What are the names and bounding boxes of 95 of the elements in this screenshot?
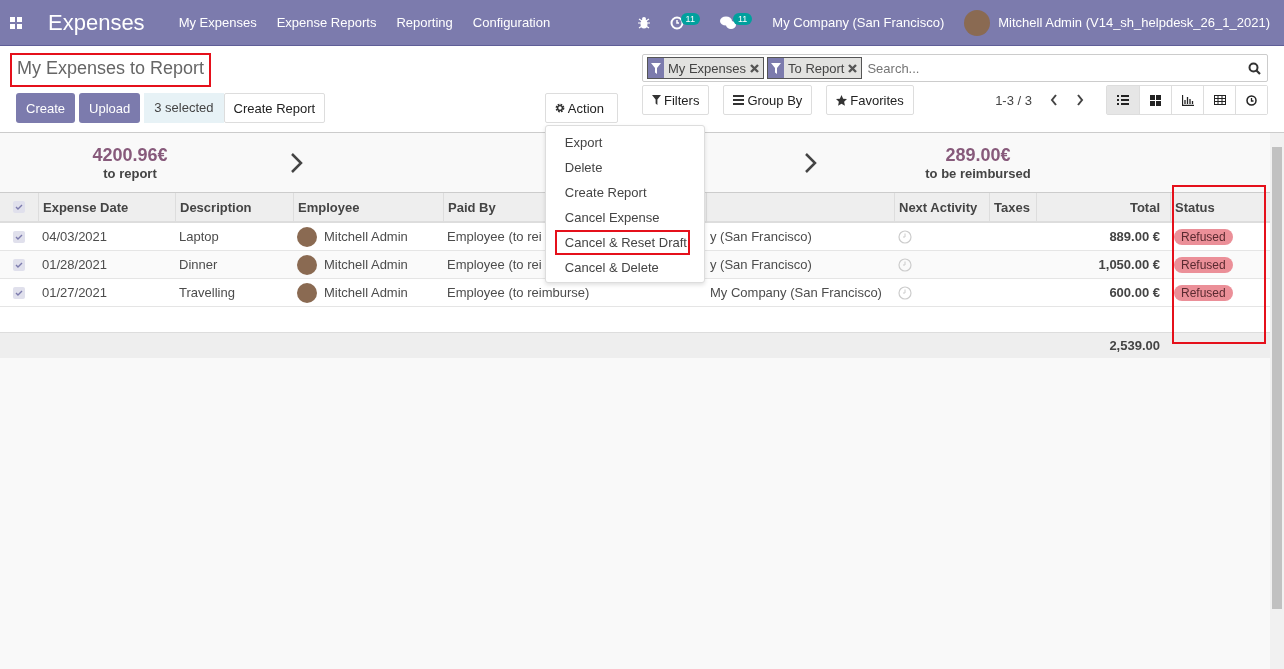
dropdown-menu-item[interactable]: Cancel Expense bbox=[554, 205, 690, 230]
funnel-icon bbox=[652, 95, 661, 105]
column-header[interactable]: Description bbox=[180, 199, 252, 215]
table-cell: Travelling bbox=[179, 285, 235, 300]
table-cell: Employee (to rei bbox=[447, 229, 542, 244]
table-cell: Employee (to reimburse) bbox=[447, 285, 590, 300]
status-badge: Refused bbox=[1174, 284, 1233, 301]
table-cell: 01/28/2021 bbox=[42, 257, 108, 272]
filter-facet[interactable]: My Expenses bbox=[647, 57, 765, 79]
filter-facet[interactable]: To Report bbox=[767, 57, 863, 79]
row-checkbox[interactable] bbox=[13, 286, 25, 299]
chevron-right-icon bbox=[804, 151, 818, 174]
chevron-right-icon bbox=[290, 151, 304, 174]
stat-label: to be reimbursed bbox=[925, 165, 1031, 181]
nav-menu-item[interactable]: My Expenses bbox=[178, 15, 257, 30]
table-cell: y (San Francisco) bbox=[710, 229, 812, 244]
nav-menu-item[interactable]: Reporting bbox=[396, 15, 453, 30]
table-cell: 889.00 € bbox=[1109, 229, 1160, 244]
column-header[interactable]: Employee bbox=[298, 199, 360, 215]
grid-icon bbox=[1150, 94, 1161, 106]
activity-view-button[interactable] bbox=[1235, 86, 1267, 114]
table-cell: 01/27/2021 bbox=[42, 285, 108, 300]
clock-icon bbox=[1246, 94, 1257, 106]
column-header[interactable]: Taxes bbox=[994, 199, 1030, 215]
table-cell: Mitchell Admin bbox=[324, 229, 408, 244]
primary-button[interactable]: Upload bbox=[79, 93, 141, 123]
dropdown-menu-item[interactable]: Export bbox=[554, 130, 690, 155]
page-title: My Expenses to Report bbox=[10, 53, 212, 87]
activity-count-badge: 11 bbox=[680, 12, 700, 25]
stat-label: to report bbox=[103, 165, 157, 181]
table-cell: Mitchell Admin bbox=[324, 285, 408, 300]
table-cell: Laptop bbox=[179, 229, 219, 244]
funnel-icon bbox=[771, 62, 782, 74]
funnel-icon bbox=[651, 62, 661, 74]
dropdown-menu-item[interactable]: Cancel & Delete bbox=[554, 255, 690, 280]
facet-label: To Report bbox=[787, 60, 846, 76]
nav-menu-item[interactable]: Configuration bbox=[472, 15, 551, 30]
star-icon bbox=[836, 94, 848, 106]
stat-amount: 4200.96€ bbox=[92, 144, 168, 166]
search-bar[interactable]: My Expenses To Report Search... bbox=[642, 54, 1268, 82]
stat-amount: 289.00€ bbox=[945, 144, 1011, 166]
column-header[interactable]: Expense Date bbox=[43, 199, 129, 215]
dropdown-menu-item[interactable]: Delete bbox=[554, 155, 690, 180]
apps-grid-icon[interactable] bbox=[10, 16, 22, 29]
chat-icon[interactable] bbox=[719, 15, 736, 30]
select-all-checkbox[interactable] bbox=[13, 201, 25, 213]
previous-icon[interactable] bbox=[1050, 94, 1058, 106]
remove-icon[interactable] bbox=[848, 63, 858, 73]
column-header[interactable]: Next Activity bbox=[899, 199, 978, 215]
remove-icon[interactable] bbox=[750, 63, 760, 73]
row-checkbox[interactable] bbox=[13, 258, 25, 271]
scrollbar[interactable] bbox=[1270, 133, 1284, 669]
lines-icon bbox=[733, 95, 745, 105]
status-badge: Refused bbox=[1174, 228, 1233, 245]
dropdown-menu-item[interactable]: Cancel & Reset Draft bbox=[554, 230, 690, 255]
status-badge: Refused bbox=[1174, 256, 1233, 273]
table-cell: Employee (to rei bbox=[447, 257, 542, 272]
primary-button[interactable]: Create bbox=[16, 93, 76, 123]
column-header[interactable]: Status bbox=[1175, 199, 1215, 215]
table-cell: Mitchell Admin bbox=[324, 257, 408, 272]
bar-chart-icon bbox=[1181, 94, 1194, 106]
list-icon bbox=[1117, 95, 1129, 105]
table-icon bbox=[1213, 95, 1226, 105]
search-icon[interactable] bbox=[1248, 61, 1261, 75]
table-cell: y (San Francisco) bbox=[710, 257, 812, 272]
favorites-button[interactable]: Favorites bbox=[826, 85, 914, 115]
avatar bbox=[297, 226, 317, 247]
action-button[interactable]: Action bbox=[544, 93, 618, 123]
avatar bbox=[297, 254, 317, 275]
create-report-button[interactable]: Create Report bbox=[223, 93, 326, 123]
table-cell: Dinner bbox=[179, 257, 218, 272]
table-cell: 1,050.00 € bbox=[1098, 257, 1160, 272]
nav-menu-item[interactable]: Expense Reports bbox=[276, 15, 377, 30]
gear-icon bbox=[554, 103, 565, 113]
table-cell: 600.00 € bbox=[1109, 285, 1160, 300]
avatar bbox=[297, 282, 317, 303]
row-checkbox[interactable] bbox=[13, 230, 25, 243]
sum-total: 2,539.00 bbox=[1109, 338, 1160, 353]
table-cell: My Company (San Francisco) bbox=[710, 285, 882, 300]
column-header[interactable]: Paid By bbox=[448, 199, 496, 215]
table-cell: 04/03/2021 bbox=[42, 229, 108, 244]
filters-button[interactable]: Filters bbox=[642, 85, 710, 115]
message-count-badge: 11 bbox=[732, 12, 753, 25]
group-by-button[interactable]: Group By bbox=[723, 85, 813, 115]
bug-icon[interactable] bbox=[637, 16, 650, 29]
column-header[interactable]: Total bbox=[1129, 199, 1160, 215]
dropdown-menu-item[interactable]: Create Report bbox=[554, 180, 690, 205]
user-name[interactable]: Mitchell Admin (V14_sh_helpdesk_26_1_2021) bbox=[998, 15, 1270, 30]
selected-count: 3 selected bbox=[144, 93, 224, 123]
app-name[interactable]: Expenses bbox=[48, 9, 145, 36]
next-icon[interactable] bbox=[1076, 94, 1084, 106]
list-view-button[interactable] bbox=[1107, 86, 1139, 114]
facet-label: My Expenses bbox=[667, 60, 748, 76]
company-name[interactable]: My Company (San Francisco) bbox=[772, 15, 945, 30]
pager-value[interactable]: 1-3 / 3 bbox=[995, 92, 1032, 108]
